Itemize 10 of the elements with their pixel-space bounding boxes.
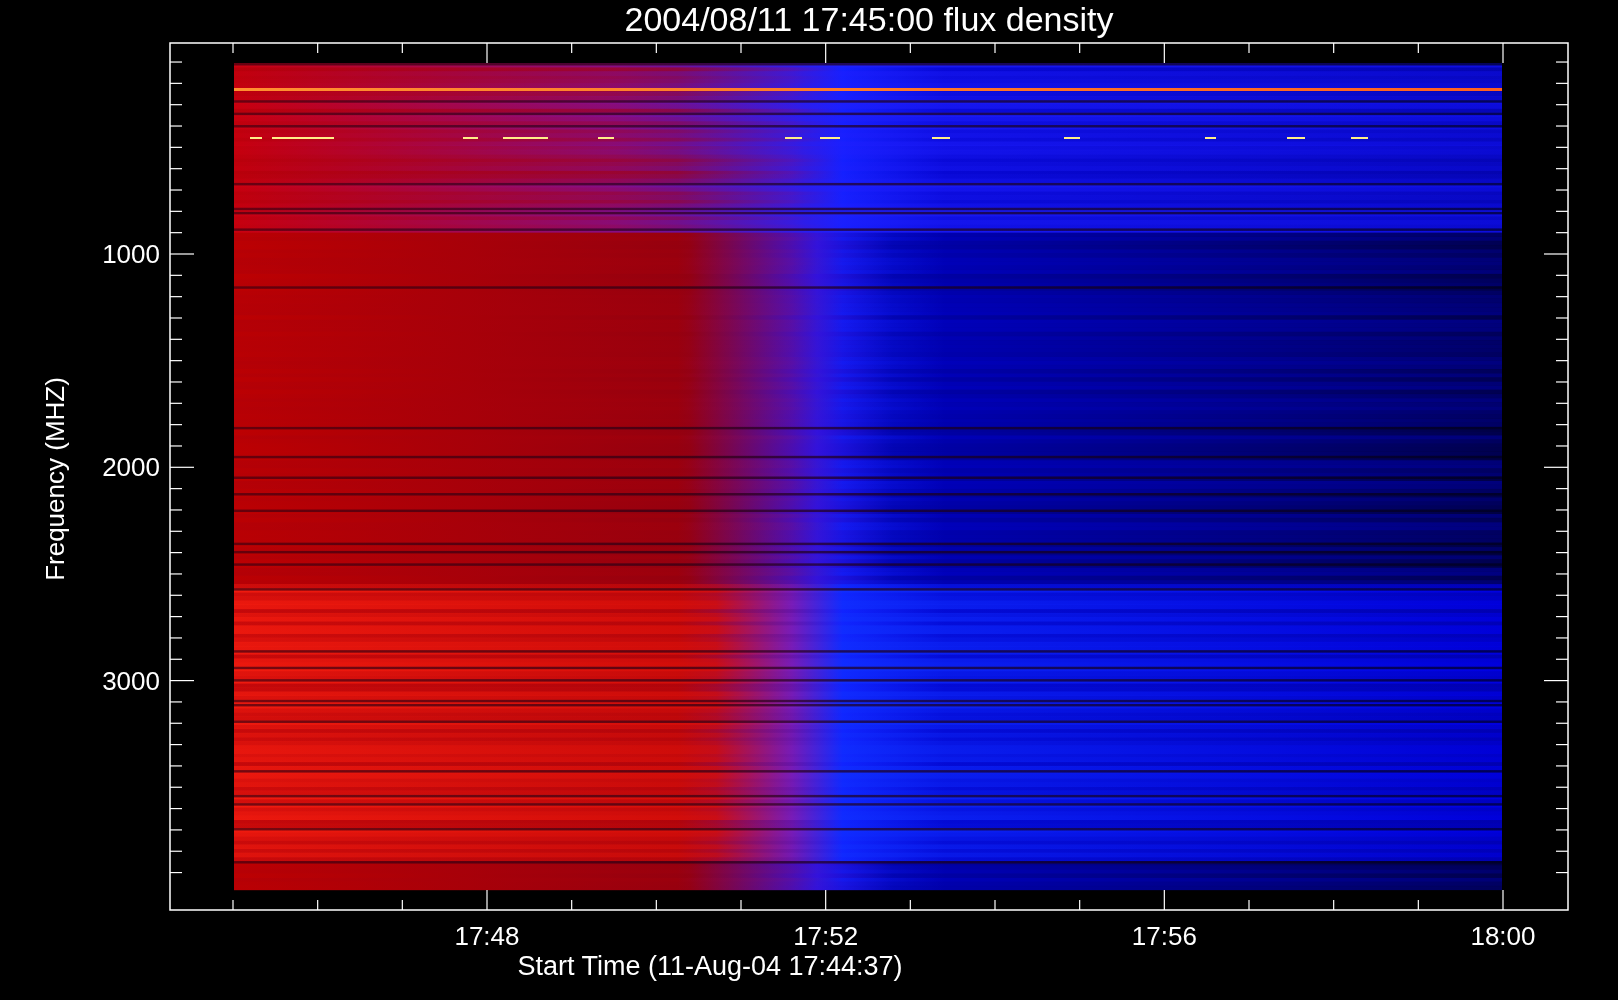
x-tick-label: 17:52 [793,921,859,951]
y-tick-label: 1000 [102,239,160,269]
x-tick-label: 17:48 [454,921,520,951]
x-tick-label: 18:00 [1470,921,1536,951]
x-axis-label: Start Time (11-Aug-04 17:44:37) [517,951,903,981]
y-tick-label: 3000 [102,665,160,696]
y-tick-label: 2000 [102,452,160,483]
x-tick-label: 17:56 [1131,921,1197,951]
y-axis-label: Frequency (MHZ) [40,377,70,581]
plot-title: 2004/08/11 17:45:00 flux density [624,0,1114,38]
